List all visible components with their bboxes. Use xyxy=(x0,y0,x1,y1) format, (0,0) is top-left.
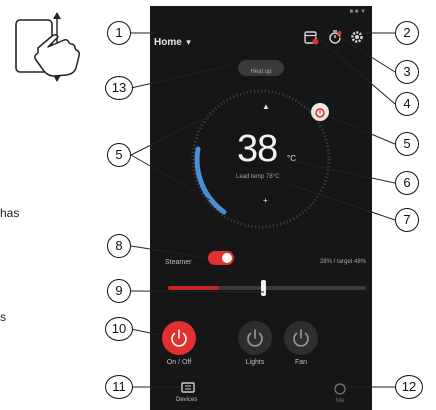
nav-me-label[interactable]: Me xyxy=(336,398,344,404)
location-selector[interactable]: Home ▾ xyxy=(154,32,191,50)
mode-label: Heat up xyxy=(250,69,272,75)
chevron-down-icon: ▾ xyxy=(186,37,191,47)
chip-icon[interactable] xyxy=(180,382,196,394)
mode-pill: Heat up xyxy=(238,60,284,76)
phone-screen: ■ ■ ▼ Home ▾ Heat up ▲ 38 °C Lead temp 7… xyxy=(150,6,372,410)
slider-fill xyxy=(168,286,219,290)
decrease-temperature-button[interactable]: + xyxy=(263,196,268,205)
callout-5-left: 5 xyxy=(107,143,131,167)
callout-4: 4 xyxy=(395,92,419,116)
control-button-0[interactable] xyxy=(162,321,196,355)
callout-2: 2 xyxy=(395,21,419,45)
callout-7: 7 xyxy=(395,208,419,232)
callout-3: 3 xyxy=(395,60,419,84)
status-indicators: ■ ■ ▼ xyxy=(349,9,366,15)
steamer-label: Steamer xyxy=(165,259,192,266)
callout-5-right: 5 xyxy=(395,132,419,156)
steamer-info: 28% / target 48% xyxy=(319,259,366,265)
callout-8: 8 xyxy=(107,234,131,258)
temperature-subtext: Lead temp 78°C xyxy=(236,174,280,180)
power-icon xyxy=(293,329,309,347)
help-icon[interactable] xyxy=(334,383,346,395)
side-text-top: has xyxy=(0,206,20,220)
dial-progress-arc xyxy=(194,146,227,215)
callout-13: 13 xyxy=(105,76,133,100)
control-label-2: Fan xyxy=(294,359,308,366)
temperature-unit: °C xyxy=(287,154,296,163)
callout-1: 1 xyxy=(107,21,131,45)
steamer-toggle[interactable] xyxy=(208,251,234,265)
temperature-value: 38 xyxy=(237,128,278,170)
callout-11: 11 xyxy=(105,375,133,399)
callout-9: 9 xyxy=(107,279,131,303)
control-label-1: Lights xyxy=(245,359,265,366)
callout-6: 6 xyxy=(395,171,419,195)
increase-temperature-button[interactable]: ▲ xyxy=(262,102,270,111)
power-icon xyxy=(171,329,187,347)
callout-10: 10 xyxy=(105,317,133,341)
level-slider[interactable] xyxy=(168,280,366,296)
location-label: Home xyxy=(154,37,182,48)
nav-devices-label[interactable]: Devices xyxy=(176,397,197,403)
control-label-0: On / Off xyxy=(166,359,192,366)
power-icon xyxy=(247,329,263,347)
control-button-1[interactable] xyxy=(238,321,272,355)
timer-icon[interactable] xyxy=(327,29,343,45)
slider-thumb[interactable] xyxy=(261,280,266,296)
calendar-icon[interactable] xyxy=(303,29,319,45)
clock-badge-icon[interactable] xyxy=(310,102,330,122)
control-button-2[interactable] xyxy=(284,321,318,355)
callout-12: 12 xyxy=(395,375,423,399)
steamer-toggle-knob xyxy=(222,253,232,263)
swipe-hand-icon xyxy=(15,12,80,82)
side-text-bottom: s xyxy=(0,310,6,324)
gear-icon[interactable] xyxy=(349,29,365,45)
